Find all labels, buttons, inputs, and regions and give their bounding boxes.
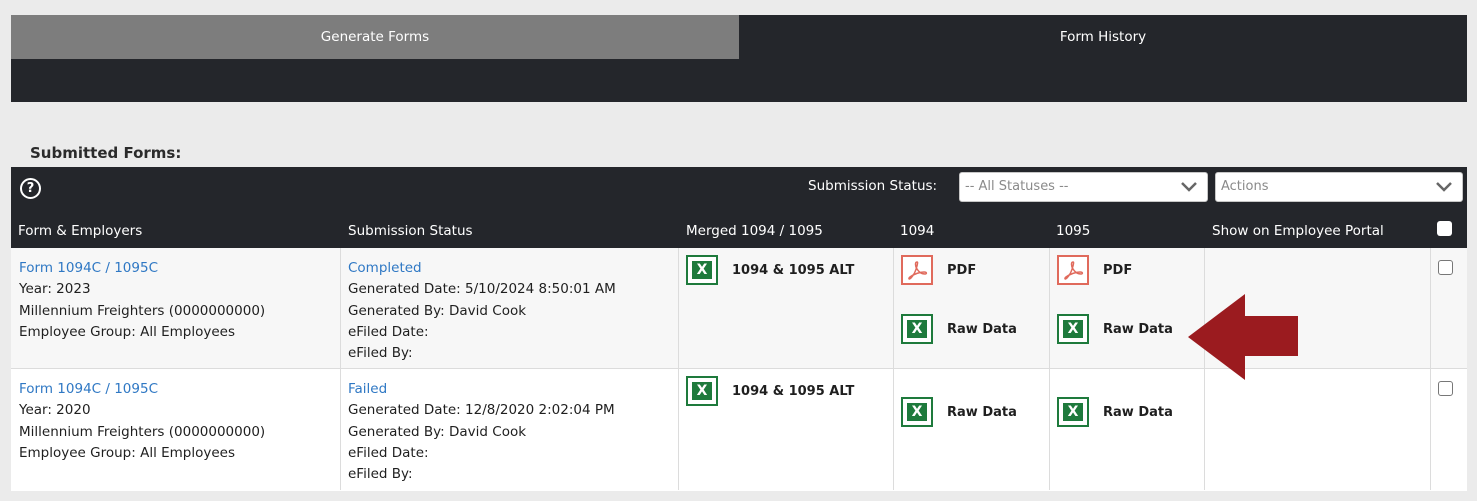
submission-status-label: Submission Status:	[808, 178, 938, 194]
raw-data-label: Raw Data	[947, 321, 1017, 337]
generated-by: Generated By: David Cook	[348, 423, 527, 440]
merged-cell: X 1094 & 1095 ALT	[679, 369, 894, 490]
form-link[interactable]: Form 1094C / 1095C	[19, 258, 265, 279]
help-icon[interactable]: ?	[20, 178, 41, 199]
form-link[interactable]: Form 1094C / 1095C	[19, 379, 265, 400]
generated-by: Generated By: David Cook	[348, 302, 527, 319]
row-check-cell	[1431, 248, 1467, 368]
excel-icon: X	[686, 376, 718, 406]
status-link[interactable]: Completed	[348, 258, 616, 279]
f1094-raw-link[interactable]: X Raw Data	[901, 314, 1017, 344]
col-form-employers: Form & Employers	[18, 223, 143, 239]
pdf-icon	[1057, 255, 1089, 285]
col-1095: 1095	[1056, 223, 1091, 239]
tab-generate-forms[interactable]: Generate Forms	[11, 15, 739, 59]
submission-status-select[interactable]: -- All Statuses --	[959, 172, 1208, 202]
form-employers-cell: Form 1094C / 1095C Year: 2020 Millennium…	[11, 369, 341, 490]
merged-download-link[interactable]: X 1094 & 1095 ALT	[686, 255, 854, 285]
employer-name: Millennium Freighters (0000000000)	[19, 423, 266, 440]
chevron-down-icon	[1181, 182, 1197, 192]
tab-form-history[interactable]: Form History	[739, 15, 1467, 59]
raw-data-label: Raw Data	[1103, 404, 1173, 420]
table-header: Form & Employers Submission Status Merge…	[11, 211, 1467, 248]
excel-icon: X	[901, 314, 933, 344]
row-checkbox[interactable]	[1438, 260, 1453, 275]
f1095-cell: X Raw Data	[1050, 369, 1205, 490]
chevron-down-icon	[1436, 182, 1452, 192]
table-row: Form 1094C / 1095C Year: 2020 Millennium…	[11, 369, 1467, 490]
select-all-checkbox[interactable]	[1437, 221, 1452, 236]
raw-data-label: Raw Data	[947, 404, 1017, 420]
pdf-label: PDF	[947, 262, 977, 278]
employee-group: Employee Group: All Employees	[19, 444, 236, 461]
pdf-icon	[901, 255, 933, 285]
col-submission-status: Submission Status	[348, 223, 473, 239]
f1095-raw-link[interactable]: X Raw Data	[1057, 314, 1173, 344]
excel-icon: X	[901, 397, 933, 427]
generated-date: Generated Date: 12/8/2020 2:02:04 PM	[348, 402, 615, 419]
efiled-by: eFiled By:	[348, 466, 413, 483]
submission-status-cell: Completed Generated Date: 5/10/2024 8:50…	[341, 248, 679, 368]
pdf-label: PDF	[1103, 262, 1133, 278]
section-title: Submitted Forms:	[30, 144, 182, 162]
efiled-date: eFiled Date:	[348, 444, 429, 461]
f1095-raw-link[interactable]: X Raw Data	[1057, 397, 1173, 427]
merged-download-link[interactable]: X 1094 & 1095 ALT	[686, 376, 854, 406]
merged-label: 1094 & 1095 ALT	[732, 383, 855, 399]
actions-value: Actions	[1221, 179, 1269, 194]
excel-icon: X	[686, 255, 718, 285]
employee-group: Employee Group: All Employees	[19, 323, 236, 340]
row-check-cell	[1431, 369, 1467, 490]
f1095-cell: PDF X Raw Data	[1050, 248, 1205, 368]
table-toolbar: ? Submission Status: -- All Statuses -- …	[11, 167, 1467, 211]
actions-select[interactable]: Actions	[1215, 172, 1463, 202]
tab-bar: Generate Forms Form History	[11, 15, 1467, 102]
employer-name: Millennium Freighters (0000000000)	[19, 302, 266, 319]
f1094-cell: PDF X Raw Data	[894, 248, 1050, 368]
col-merged: Merged 1094 / 1095	[686, 223, 823, 239]
merged-label: 1094 & 1095 ALT	[732, 262, 855, 278]
col-1094: 1094	[900, 223, 935, 239]
row-checkbox[interactable]	[1438, 381, 1453, 396]
efiled-by: eFiled By:	[348, 345, 413, 362]
generated-date: Generated Date: 5/10/2024 8:50:01 AM	[348, 281, 616, 298]
submission-status-cell: Failed Generated Date: 12/8/2020 2:02:04…	[341, 369, 679, 490]
f1095-pdf-link[interactable]: PDF	[1057, 255, 1132, 285]
form-year: Year: 2023	[19, 281, 91, 298]
form-year: Year: 2020	[19, 402, 91, 419]
col-show-on-portal: Show on Employee Portal	[1212, 223, 1384, 239]
show-on-portal-cell	[1205, 369, 1431, 490]
submission-status-value: -- All Statuses --	[965, 179, 1069, 194]
f1094-raw-link[interactable]: X Raw Data	[901, 397, 1017, 427]
efiled-date: eFiled Date:	[348, 323, 429, 340]
excel-icon: X	[1057, 397, 1089, 427]
f1094-cell: X Raw Data	[894, 369, 1050, 490]
arrow-left-icon	[1188, 294, 1298, 380]
merged-cell: X 1094 & 1095 ALT	[679, 248, 894, 368]
excel-icon: X	[1057, 314, 1089, 344]
form-employers-cell: Form 1094C / 1095C Year: 2023 Millennium…	[11, 248, 341, 368]
f1094-pdf-link[interactable]: PDF	[901, 255, 976, 285]
status-link[interactable]: Failed	[348, 379, 615, 400]
raw-data-label: Raw Data	[1103, 321, 1173, 337]
